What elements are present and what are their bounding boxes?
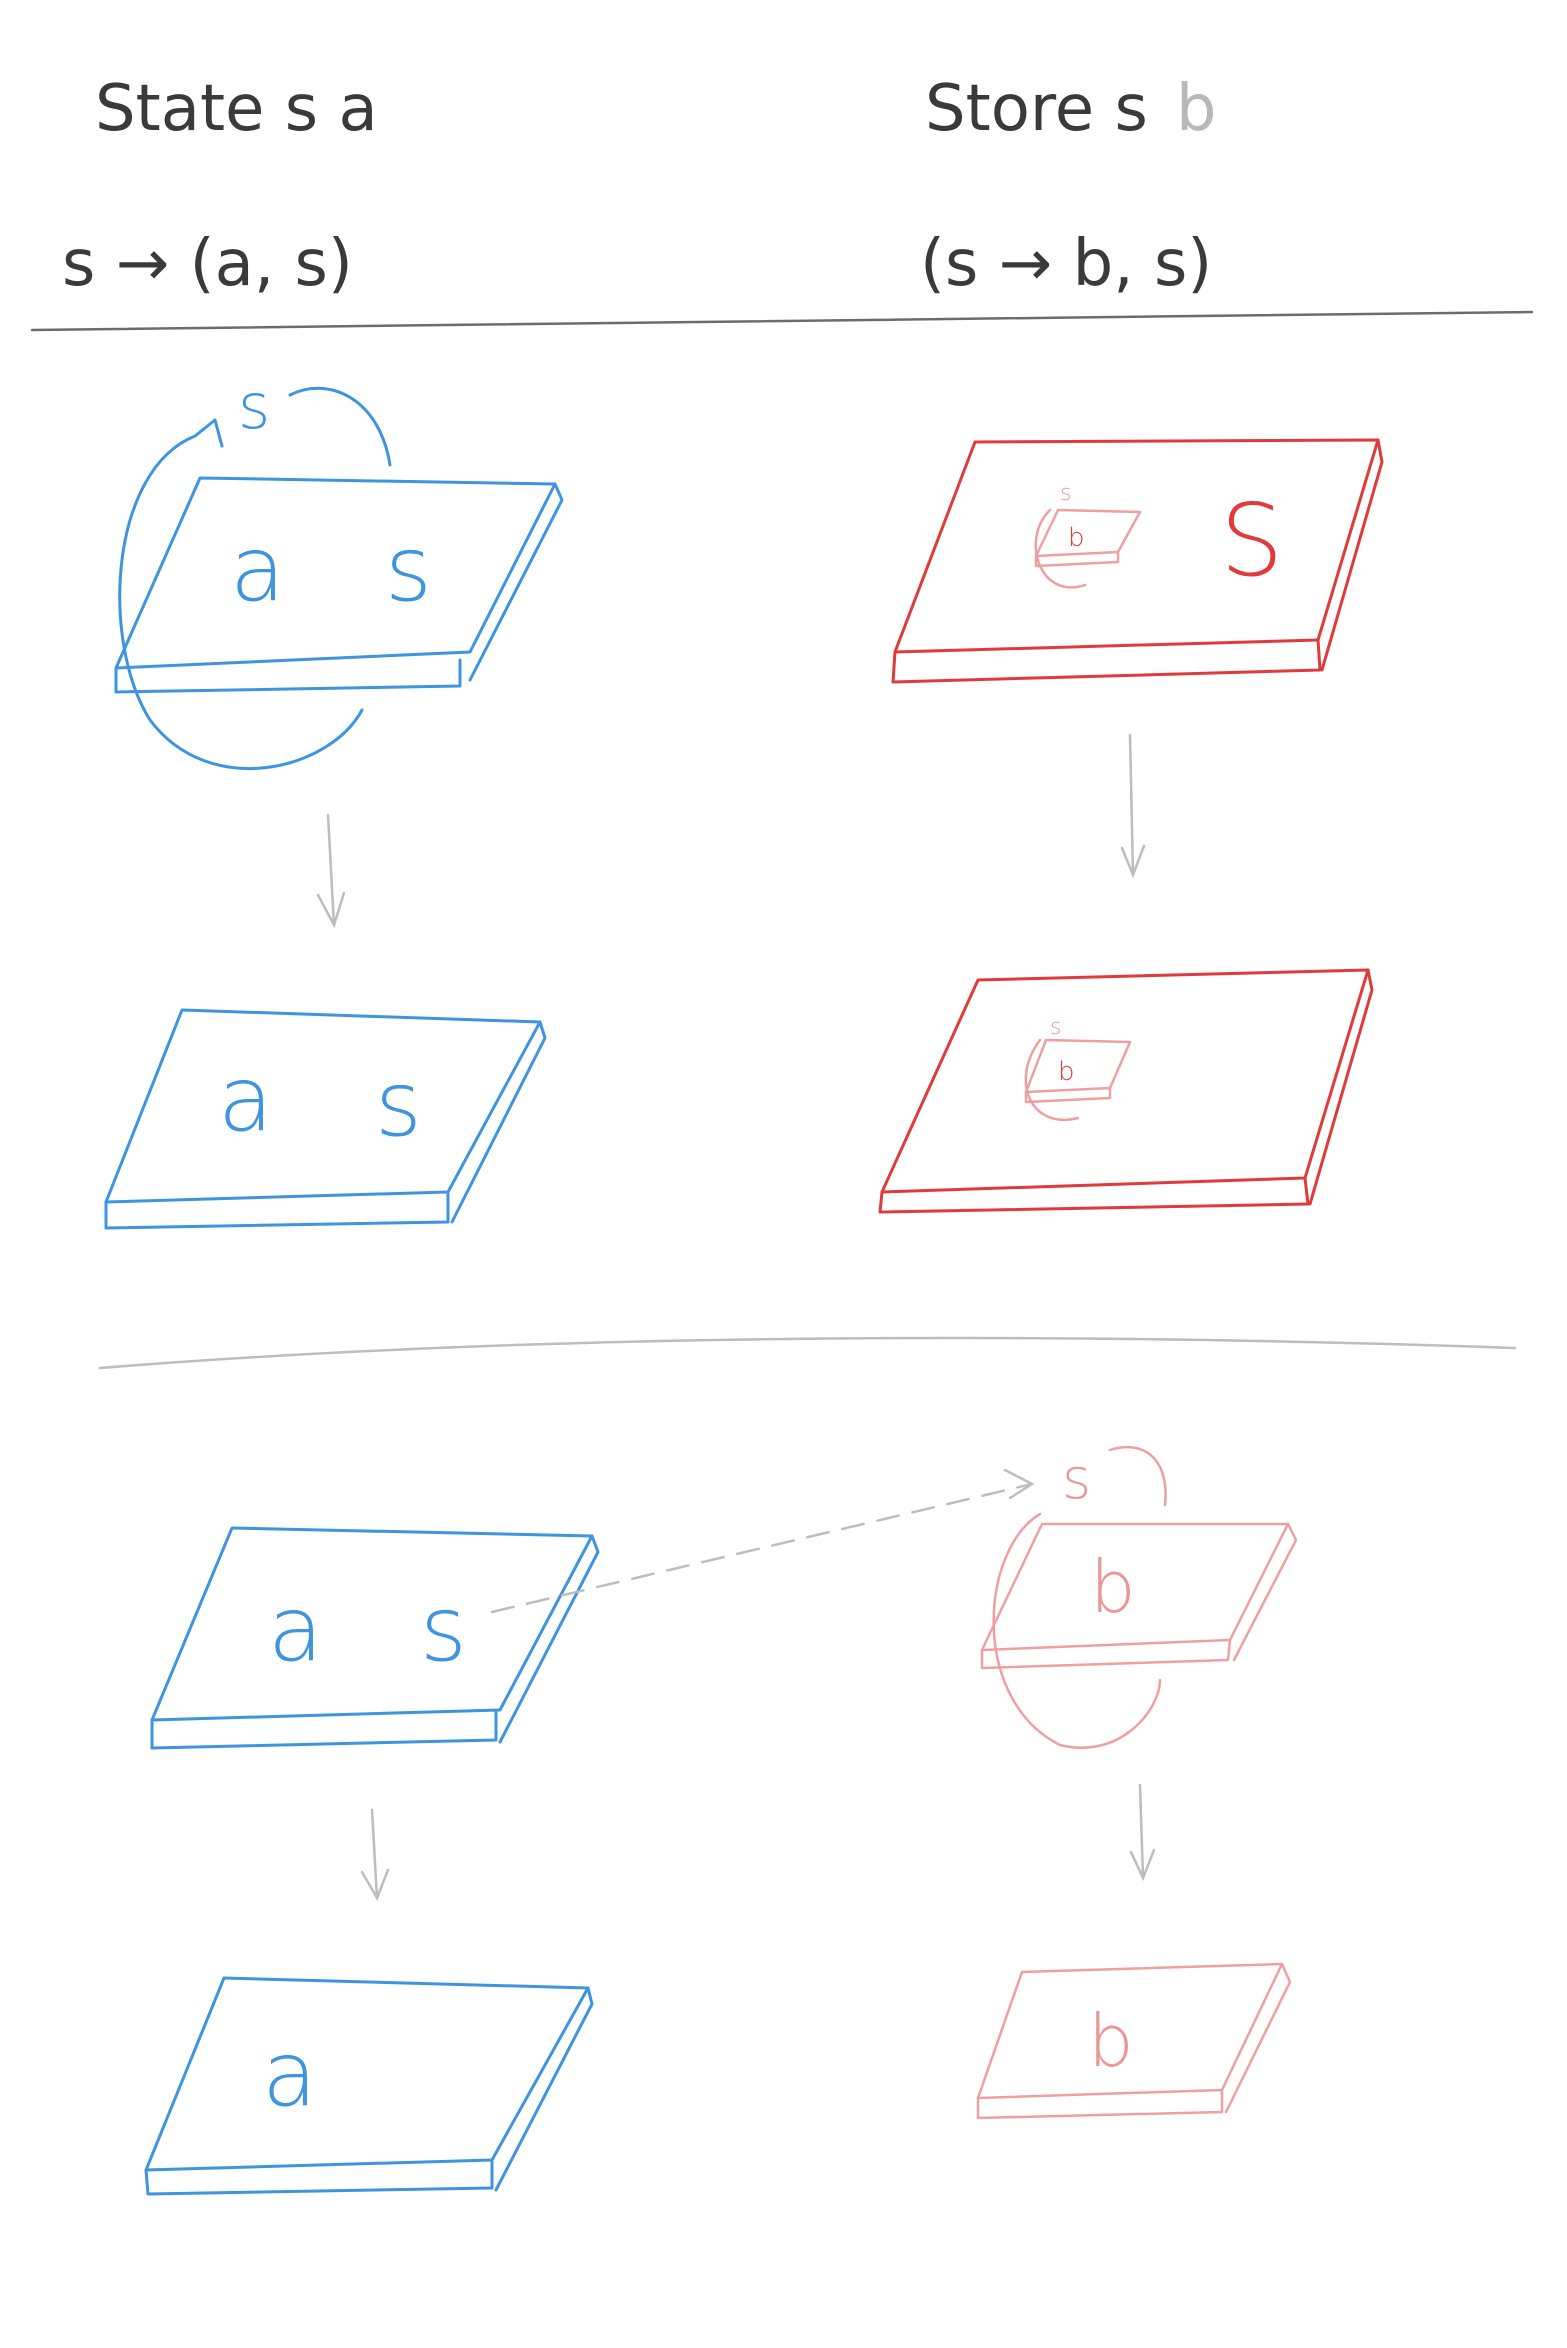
transition-arrow-store-bottom	[1129, 1783, 1156, 1882]
store-before-tile: S b s	[891, 438, 1384, 684]
state-loop-arrowhead	[193, 418, 224, 448]
state-to-store-dashed-arrow	[490, 1468, 1035, 1614]
bottom-state-after-tile: a	[144, 1976, 594, 2196]
header-left: State s a s → (a, s)	[62, 72, 378, 301]
arrow-shaft	[326, 813, 336, 927]
tile-state-label: s	[420, 1577, 467, 1682]
transition-arrow-state-bottom	[360, 1808, 390, 1901]
tile-side-face	[498, 1534, 600, 1744]
inner-tile-value: b	[1068, 523, 1085, 553]
transition-arrow-state-top	[316, 813, 346, 929]
tile-value-label: a	[230, 517, 285, 622]
store-title: Store s b	[925, 72, 1216, 146]
section-divider	[98, 1336, 1517, 1370]
state-loop-arc	[288, 386, 392, 467]
tile-side-face	[1320, 438, 1384, 672]
tile-side-face	[494, 1986, 594, 2192]
transition-arrow-store-top	[1120, 733, 1146, 879]
store-title-main: Store s	[925, 72, 1148, 146]
tile-side-face	[450, 1020, 547, 1224]
tile-top-face	[880, 968, 1370, 1194]
inner-accessor-tile: b s	[1024, 1015, 1132, 1121]
arrow-shaft	[1128, 733, 1135, 877]
tile-side-face	[468, 482, 564, 682]
bottom-store-before-tile: b s	[980, 1445, 1298, 1749]
tile-front-face	[878, 1176, 1310, 1214]
inner-loop-label: s	[1060, 481, 1071, 506]
tile-side-face	[1308, 968, 1374, 1206]
arrow-shaft	[370, 1808, 379, 1900]
tile-value-label: b	[1088, 1999, 1134, 2083]
tile-top-face	[893, 438, 1380, 654]
state-type-signature: s → (a, s)	[62, 227, 353, 301]
state-title: State s a	[95, 72, 378, 146]
store-type-signature: (s → b, s)	[920, 227, 1212, 301]
bottom-store-after-tile: b	[976, 1962, 1292, 2120]
store-title-faint-param: b	[1176, 72, 1217, 146]
state-store-diagram: State s a s → (a, s) Store s b (s → b, s)…	[30, 72, 1534, 2196]
tile-side-face	[1232, 1522, 1298, 1662]
state-before-tile: a s s	[114, 370, 564, 771]
diagram-canvas: State s a s → (a, s) Store s b (s → b, s)…	[0, 0, 1567, 2348]
tile-top-face	[104, 1008, 542, 1204]
tile-value-label: a	[218, 1047, 273, 1152]
state-after-tile: a s	[104, 1008, 547, 1230]
store-loop-label: s	[1062, 1447, 1091, 1512]
arrow-head	[316, 891, 346, 929]
header-divider	[30, 310, 1534, 332]
store-loop-arc	[1108, 1445, 1167, 1507]
tile-value-label: a	[262, 2022, 317, 2127]
inner-loop-label: s	[1050, 1015, 1061, 1040]
tile-state-label: s	[385, 517, 432, 622]
tile-side-face	[1224, 1962, 1292, 2114]
tile-state-label: S	[1220, 482, 1283, 599]
tile-value-label: a	[268, 1577, 323, 1682]
header-right: Store s b (s → b, s)	[920, 72, 1216, 301]
inner-tile-top	[1034, 508, 1142, 558]
tile-front-face	[144, 2160, 494, 2196]
inner-accessor-tile: b s	[1034, 481, 1142, 589]
bottom-state-before-tile: a s	[150, 1526, 600, 1750]
state-loop-label: s	[238, 370, 270, 443]
arrow-shaft	[1138, 1783, 1145, 1880]
tile-state-label: s	[375, 1052, 422, 1157]
inner-tile-value: b	[1058, 1057, 1075, 1087]
store-after-tile: b s	[878, 968, 1374, 1214]
dashed-shaft	[490, 1482, 1034, 1614]
tile-value-label: b	[1090, 1545, 1136, 1629]
inner-tile-top	[1024, 1038, 1132, 1094]
